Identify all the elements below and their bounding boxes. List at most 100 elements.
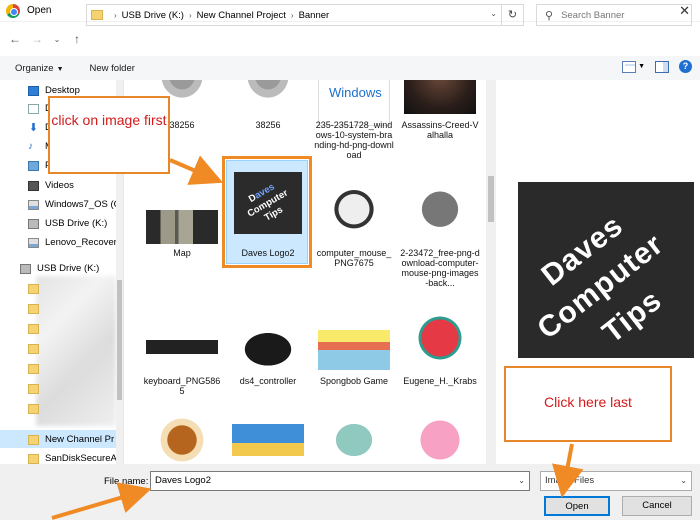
controller-thumbnail	[232, 324, 304, 370]
nav-item-sandisk[interactable]: SanDiskSecureA	[28, 450, 117, 464]
usb-drive-icon	[20, 263, 31, 274]
chevron-down-icon[interactable]: ⌄	[680, 472, 687, 490]
character-thumbnail	[318, 408, 390, 464]
folder-icon	[28, 434, 39, 445]
file-grid-scrollbar[interactable]	[486, 80, 496, 464]
view-controls: ▼ ?	[622, 60, 692, 73]
window-title: Open	[27, 5, 52, 16]
up-arrow-icon[interactable]: ↑	[68, 32, 86, 46]
game-thumbnail	[318, 330, 390, 370]
file-label: 235-2351728_windows-10-system-branding-h…	[314, 120, 394, 160]
search-input[interactable]: ⚲ Search Banner	[536, 4, 692, 26]
nav-label: Windows7_OS (C	[45, 199, 121, 210]
folder-icon	[28, 453, 39, 464]
nav-folder[interactable]	[28, 340, 45, 357]
statue-thumbnail	[232, 80, 304, 114]
map-thumbnail	[146, 210, 218, 244]
caret-down-icon[interactable]: ▼	[638, 63, 645, 70]
character-thumbnail	[404, 306, 476, 370]
file-type-value: Image Files	[545, 475, 595, 486]
file-label: Eugene_H._Krabs	[403, 376, 477, 386]
folder-icon	[91, 10, 103, 20]
folder-icon	[28, 303, 39, 314]
chevron-right-icon[interactable]: ›	[189, 11, 192, 20]
nav-folder[interactable]	[28, 320, 45, 337]
nav-item-usb-drive[interactable]: USB Drive (K:)	[28, 215, 107, 232]
videos-icon	[28, 180, 39, 191]
chevron-down-icon[interactable]: ⌄	[490, 9, 497, 18]
file-label: Map	[173, 248, 191, 258]
new-folder-button[interactable]: New folder	[90, 63, 135, 74]
change-view-icon[interactable]	[622, 60, 637, 73]
organize-button[interactable]: Organize ▼	[15, 63, 64, 74]
folder-icon	[28, 403, 39, 414]
chevron-right-icon[interactable]: ›	[291, 11, 294, 20]
folder-icon	[28, 383, 39, 394]
nav-item-videos[interactable]: Videos	[28, 177, 74, 194]
nav-item-new-channel-project[interactable]: New Channel Pr	[28, 431, 114, 448]
nav-folder[interactable]	[28, 380, 45, 397]
desktop-icon	[28, 85, 39, 96]
chevron-down-icon[interactable]: ⌄	[518, 472, 525, 490]
mouse-thumbnail	[318, 174, 390, 238]
nav-item-lenovo-recovery[interactable]: Lenovo_Recover	[28, 234, 117, 251]
drive-icon	[28, 199, 39, 210]
nav-folder[interactable]	[28, 360, 45, 377]
folder-icon	[28, 343, 39, 354]
cancel-button[interactable]: Cancel	[622, 496, 692, 516]
nav-label: New Channel Pr	[45, 434, 115, 445]
file-name-field[interactable]: Daves Logo2 ⌄	[150, 471, 530, 491]
address-row: ← → ⌄ ↑	[0, 24, 700, 54]
file-label: keyboard_PNG5865	[143, 376, 221, 396]
file-label: Spongbob Game	[319, 376, 389, 386]
character-thumbnail	[404, 408, 476, 464]
organize-label: Organize	[15, 62, 54, 74]
documents-icon	[28, 103, 39, 114]
breadcrumb-new-channel-project[interactable]: New Channel Project	[197, 10, 286, 21]
nav-folder[interactable]	[28, 280, 45, 297]
forward-arrow-icon[interactable]: →	[28, 32, 46, 46]
nav-scrollbar-thumb[interactable]	[117, 280, 122, 400]
mouse-thumbnail	[404, 174, 476, 238]
preview-pane-icon[interactable]	[655, 60, 669, 73]
file-name-label: File name:	[104, 476, 149, 487]
breadcrumb-banner[interactable]: Banner	[299, 10, 330, 21]
nav-item-windows7-os[interactable]: Windows7_OS (C	[28, 196, 121, 213]
keyboard-thumbnail	[146, 326, 218, 366]
recent-locations-chevron-icon[interactable]: ⌄	[48, 35, 66, 44]
search-placeholder: Search Banner	[561, 9, 625, 21]
refresh-button[interactable]: ↻	[502, 4, 524, 26]
address-bar[interactable]: › USB Drive (K:) › New Channel Project ›…	[86, 4, 502, 26]
nav-label: SanDiskSecureA	[45, 453, 117, 464]
open-button[interactable]: Open	[544, 496, 610, 516]
chevron-right-icon[interactable]: ›	[114, 11, 117, 20]
breadcrumb-usb-drive[interactable]: USB Drive (K:)	[122, 10, 184, 21]
caret-down-icon: ▼	[56, 65, 64, 73]
file-type-select[interactable]: Image Files ⌄	[540, 471, 692, 491]
usb-drive-icon	[28, 218, 39, 229]
character-thumbnail	[146, 408, 218, 464]
file-grid: 38256 38256 Windows 235-2351728_windows-…	[130, 80, 480, 464]
preview-image: Daves Computer Tips	[518, 182, 694, 358]
help-icon[interactable]: ?	[679, 60, 692, 73]
downloads-icon: ⬇	[28, 121, 39, 134]
folder-icon	[28, 283, 39, 294]
game-thumbnail	[404, 80, 476, 114]
folder-icon	[28, 323, 39, 334]
nav-item-usb-drive-root[interactable]: USB Drive (K:)	[20, 260, 99, 277]
file-label: Assassins-Creed-Valhalla	[401, 120, 479, 140]
nav-folder[interactable]	[28, 300, 45, 317]
nav-label: USB Drive (K:)	[45, 218, 108, 229]
nav-label: Videos	[45, 180, 74, 191]
chrome-app-icon	[6, 3, 20, 18]
search-icon: ⚲	[545, 9, 554, 22]
blurred-folder-list	[36, 276, 116, 426]
file-grid-scrollbar-thumb[interactable]	[488, 176, 494, 222]
nav-folder[interactable]	[28, 400, 45, 417]
back-arrow-icon[interactable]: ←	[6, 32, 24, 46]
file-label: 38256	[255, 120, 281, 130]
file-name-value: Daves Logo2	[155, 475, 211, 486]
file-label: computer_mouse_PNG7675	[316, 248, 392, 268]
nav-label: USB Drive (K:)	[37, 263, 100, 274]
nav-label: Desktop	[45, 85, 80, 96]
